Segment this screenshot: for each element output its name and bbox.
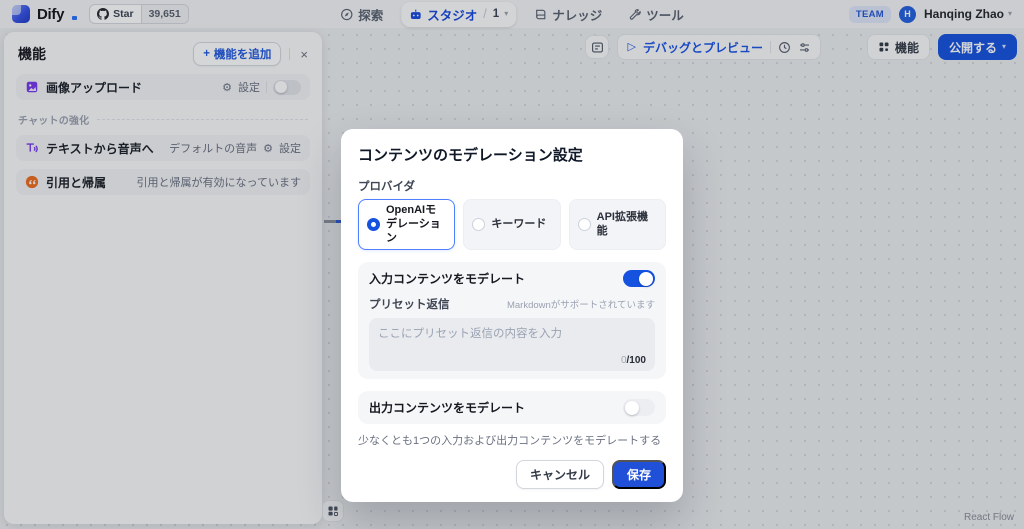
content-moderation-modal: コンテンツのモデレーション設定 プロバイダ OpenAIモデレーション キーワー… bbox=[341, 129, 683, 502]
provider-option-api-extension[interactable]: API拡張機能 bbox=[569, 199, 666, 250]
save-button[interactable]: 保存 bbox=[612, 460, 666, 489]
provider-label: プロバイダ bbox=[358, 178, 666, 194]
radio-selected-icon bbox=[367, 218, 380, 231]
char-max: /100 bbox=[627, 355, 646, 366]
cancel-button[interactable]: キャンセル bbox=[516, 460, 604, 489]
moderation-note: 少なくとも1つの入力および出力コンテンツをモデレートする bbox=[358, 432, 666, 448]
preset-reply-input[interactable] bbox=[378, 325, 646, 353]
markdown-hint: Markdownがサポートされています bbox=[507, 297, 655, 311]
provider-option-label: キーワード bbox=[491, 218, 546, 232]
preset-reply-field: 0/100 bbox=[369, 318, 655, 371]
input-moderation-title: 入力コンテンツをモデレート bbox=[369, 270, 525, 287]
provider-option-label: OpenAIモデレーション bbox=[386, 204, 446, 245]
provider-option-openai[interactable]: OpenAIモデレーション bbox=[358, 199, 455, 250]
input-moderation-group: 入力コンテンツをモデレート プリセット返信 Markdownがサポートされていま… bbox=[358, 262, 666, 379]
output-moderation-group: 出力コンテンツをモデレート bbox=[358, 391, 666, 424]
char-counter: 0/100 bbox=[378, 353, 646, 367]
radio-unselected-icon bbox=[472, 218, 485, 231]
preset-reply-label: プリセット返信 bbox=[369, 296, 450, 312]
provider-options: OpenAIモデレーション キーワード API拡張機能 bbox=[358, 199, 666, 250]
provider-option-label: API拡張機能 bbox=[597, 211, 657, 239]
modal-title: コンテンツのモデレーション設定 bbox=[358, 144, 666, 165]
radio-unselected-icon bbox=[578, 218, 591, 231]
provider-option-keywords[interactable]: キーワード bbox=[463, 199, 560, 250]
input-moderation-toggle[interactable] bbox=[623, 270, 655, 287]
output-moderation-title: 出力コンテンツをモデレート bbox=[369, 399, 525, 416]
output-moderation-toggle[interactable] bbox=[623, 399, 655, 416]
